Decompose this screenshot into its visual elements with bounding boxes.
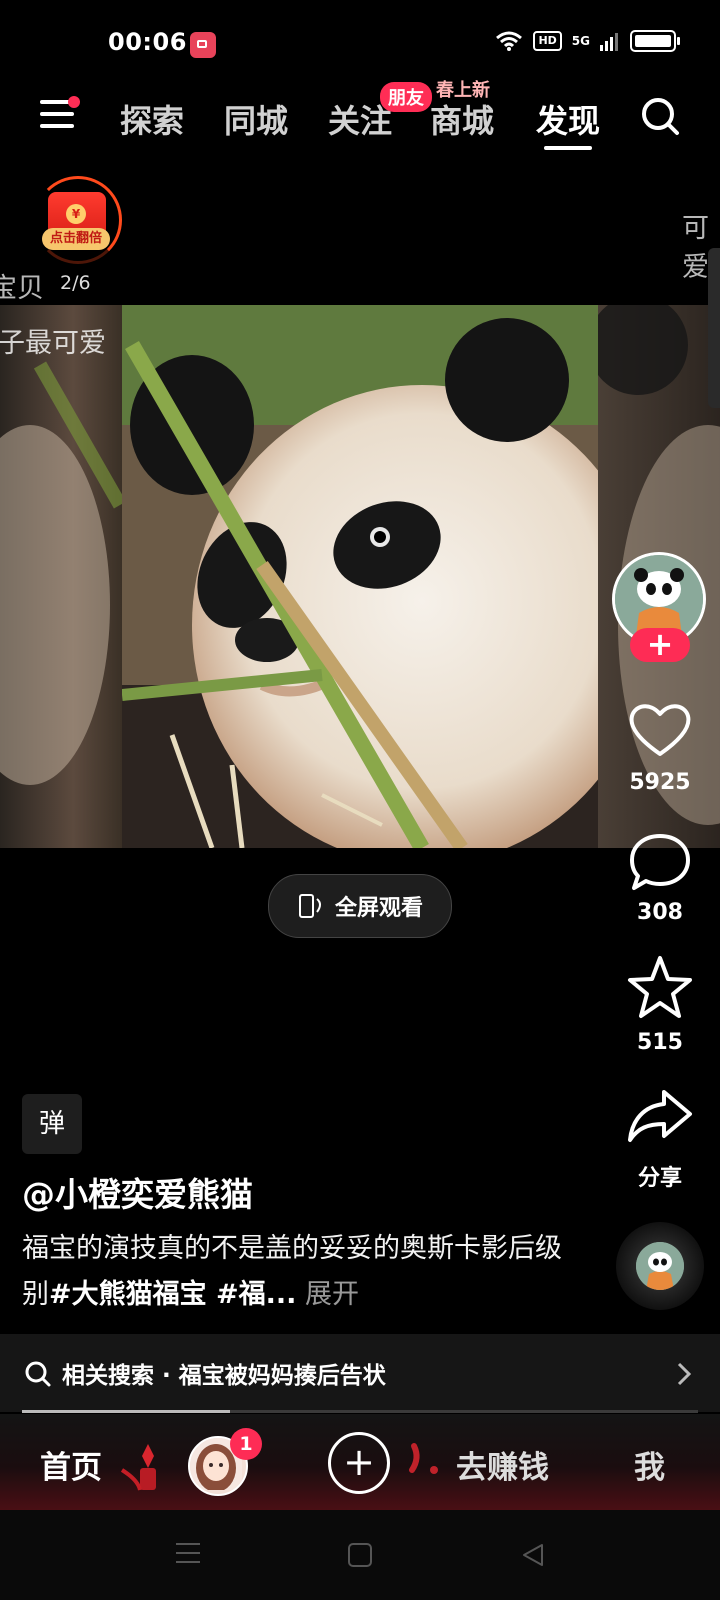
left-peek-title: 宝贝 [0, 273, 44, 304]
home-icon[interactable] [348, 1543, 372, 1567]
favorite-count: 515 [637, 1030, 683, 1055]
music-cover [636, 1242, 684, 1290]
video-caption[interactable]: 福宝的演技真的不是盖的妥妥的奥斯卡影后级别#大熊猫福宝 #福... 展开 [22, 1226, 562, 1318]
wifi-icon [496, 31, 523, 51]
active-tab-indicator [544, 146, 592, 150]
tab-mall[interactable]: 商城 [430, 96, 494, 142]
caption-hashtags[interactable]: #大熊猫福宝 #福... [49, 1279, 296, 1310]
panda-video-frame [122, 305, 598, 848]
recent-apps-icon[interactable] [176, 1543, 200, 1570]
favorite-star-icon[interactable] [624, 952, 696, 1024]
fullscreen-label: 全屏观看 [334, 896, 423, 921]
left-peek-caption: 子最可爱 [0, 328, 106, 359]
share-arrow-icon[interactable] [624, 1082, 696, 1154]
fullscreen-button[interactable]: 全屏观看 [268, 874, 452, 938]
mall-new-badge: 春上新 [436, 80, 490, 101]
battery-icon [630, 30, 680, 52]
back-icon[interactable] [520, 1542, 546, 1568]
tab-earn[interactable]: 去赚钱 [456, 1442, 549, 1487]
red-packet-label[interactable]: 点击翻倍 [42, 228, 110, 250]
tab-discover[interactable]: 发现 [536, 96, 600, 142]
notification-count-badge: 1 [230, 1428, 262, 1460]
red-packet-progress: 2/6 [60, 272, 91, 294]
tab-me[interactable]: 我 [634, 1442, 665, 1487]
related-search-text: 相关搜索 · 福宝被妈妈揍后告状 [62, 1363, 386, 1389]
lantern-icon [409, 1443, 438, 1474]
comment-icon[interactable] [624, 826, 696, 898]
tab-explore[interactable]: 探索 [120, 96, 184, 142]
related-search-icon [25, 1361, 51, 1387]
hd-badge: HD [533, 31, 562, 51]
search-icon[interactable] [640, 96, 680, 136]
status-time: 00:06 [108, 28, 187, 56]
video-player[interactable] [122, 305, 598, 848]
side-drawer-handle[interactable] [708, 248, 720, 408]
music-cover-panda [636, 1242, 684, 1290]
create-button[interactable]: + [328, 1432, 390, 1494]
like-heart-icon[interactable] [624, 694, 696, 766]
network-type: 5G [571, 34, 590, 48]
spring-lantern-decoration [120, 1444, 156, 1491]
tab-home[interactable]: 首页 [40, 1442, 102, 1487]
share-label[interactable]: 分享 [600, 1160, 720, 1192]
rotate-screen-icon [298, 894, 321, 918]
follow-button[interactable]: + [630, 628, 690, 662]
signal-icon [600, 33, 618, 51]
friends-badge: 朋友 [380, 82, 432, 112]
expand-link[interactable]: 展开 [305, 1279, 359, 1310]
effect-badge[interactable]: 弹 [22, 1094, 82, 1154]
chevron-right-icon [677, 1362, 692, 1386]
video-progress-fill [22, 1410, 230, 1413]
status-icons: HD 5G [495, 30, 680, 52]
like-count: 5925 [629, 770, 691, 795]
menu-notification-dot [68, 96, 80, 108]
red-packet-coin: ¥ [66, 204, 86, 224]
screen-record-icon [190, 32, 216, 58]
author-name[interactable]: @小橙奕爱熊猫 [22, 1168, 253, 1216]
previous-video-preview[interactable]: 子最可爱 [0, 305, 122, 848]
blurred-panda-image [0, 361, 122, 785]
tab-nearby[interactable]: 同城 [224, 96, 288, 142]
comment-count: 308 [637, 900, 683, 925]
